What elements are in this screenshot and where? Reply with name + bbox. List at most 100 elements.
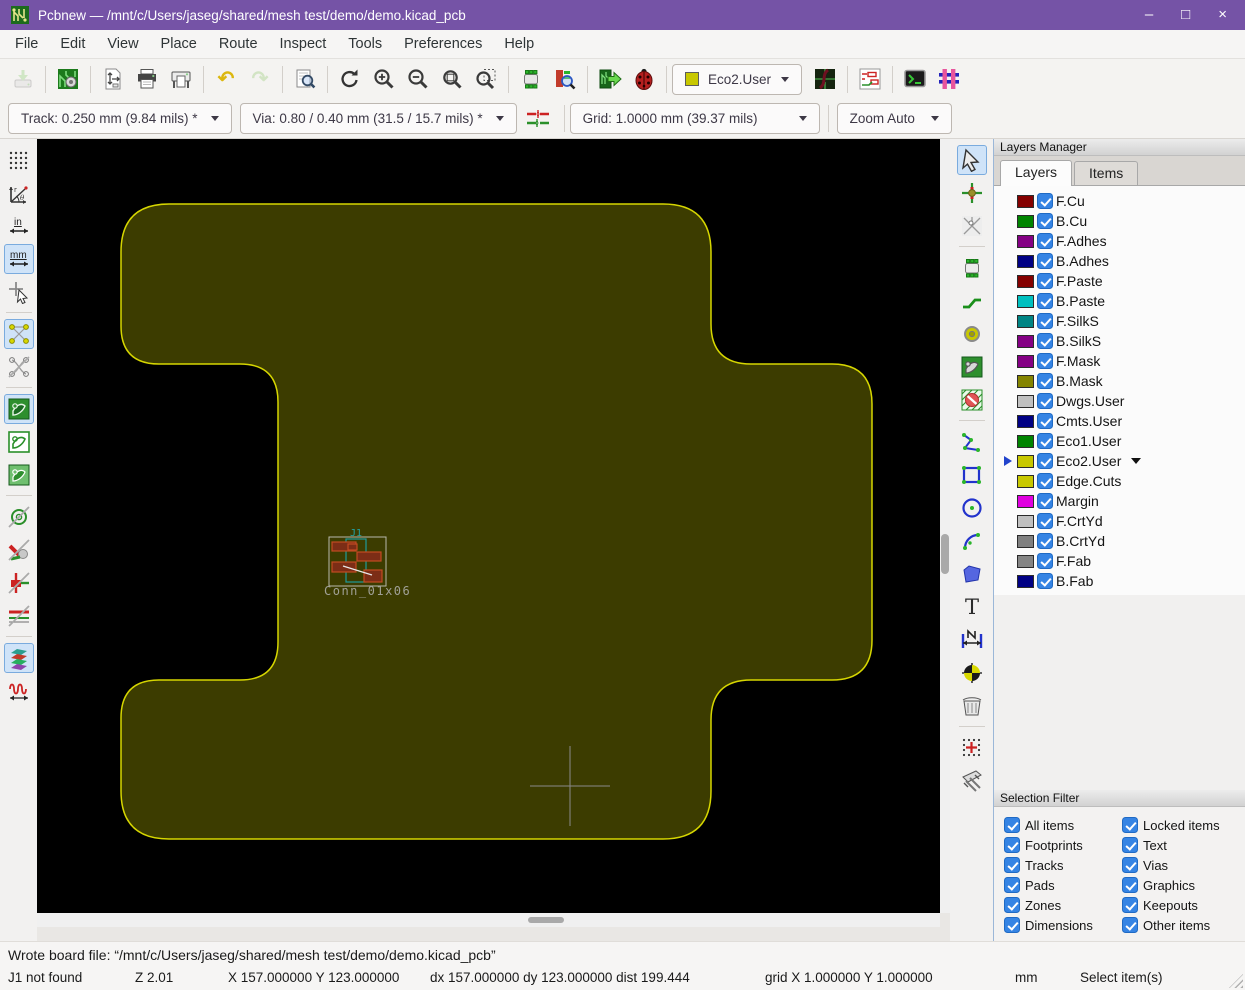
menu-place[interactable]: Place: [150, 30, 208, 59]
layer-row-eco2user-active[interactable]: Eco2.User: [994, 451, 1245, 471]
layer-visibility-checkbox[interactable]: [1037, 353, 1053, 369]
layer-color-swatch[interactable]: [1017, 475, 1034, 488]
add-via-tool[interactable]: [957, 319, 987, 349]
menu-preferences[interactable]: Preferences: [393, 30, 493, 59]
menu-view[interactable]: View: [96, 30, 149, 59]
router-settings-button[interactable]: [855, 64, 885, 94]
track-width-dropdown[interactable]: Track: 0.250 mm (9.84 mils) *: [8, 103, 232, 134]
layer-visibility-checkbox[interactable]: [1037, 293, 1053, 309]
checkbox[interactable]: [1122, 837, 1138, 853]
layer-row-bsilks[interactable]: B.SilkS: [994, 331, 1245, 351]
checkbox[interactable]: [1004, 817, 1020, 833]
close-button[interactable]: ×: [1218, 0, 1227, 30]
zoom-out-button[interactable]: [403, 64, 433, 94]
layer-row-edgecuts[interactable]: Edge.Cuts: [994, 471, 1245, 491]
layer-row-dwgsuser[interactable]: Dwgs.User: [994, 391, 1245, 411]
filter-pads[interactable]: Pads: [1004, 875, 1122, 895]
filter-all-items[interactable]: All items: [1004, 815, 1122, 835]
layer-visibility-checkbox[interactable]: [1037, 493, 1053, 509]
layer-color-swatch[interactable]: [1017, 215, 1034, 228]
checkbox[interactable]: [1122, 877, 1138, 893]
zone-fill-mode-button[interactable]: [4, 394, 34, 424]
zone-b-mask[interactable]: [121, 204, 872, 839]
menu-edit[interactable]: Edit: [49, 30, 96, 59]
maximize-button[interactable]: □: [1181, 0, 1190, 30]
layer-color-swatch[interactable]: [1017, 275, 1034, 288]
print-button[interactable]: [132, 64, 162, 94]
resize-grip[interactable]: [1229, 974, 1243, 988]
microwave-tools-button[interactable]: [810, 64, 840, 94]
grid-size-dropdown[interactable]: Grid: 1.0000 mm (39.37 mils): [570, 103, 820, 134]
tab-layers[interactable]: Layers: [1000, 160, 1072, 186]
add-line-tool[interactable]: [957, 427, 987, 457]
layer-visibility-checkbox[interactable]: [1037, 393, 1053, 409]
add-rectangle-tool[interactable]: [957, 460, 987, 490]
layer-color-swatch[interactable]: [1017, 575, 1034, 588]
zoom-level-dropdown[interactable]: Zoom Auto: [837, 103, 952, 134]
menu-inspect[interactable]: Inspect: [269, 30, 338, 59]
refresh-view-button[interactable]: [335, 64, 365, 94]
layer-color-swatch[interactable]: [1017, 515, 1034, 528]
layer-row-bpaste[interactable]: B.Paste: [994, 291, 1245, 311]
zone-sketch-mode-button[interactable]: [4, 460, 34, 490]
layer-row-fsilks[interactable]: F.SilkS: [994, 311, 1245, 331]
layer-row-fpaste[interactable]: F.Paste: [994, 271, 1245, 291]
menu-file[interactable]: File: [4, 30, 49, 59]
page-settings-button[interactable]: [98, 64, 128, 94]
layer-color-swatch[interactable]: [1017, 495, 1034, 508]
layer-visibility-checkbox[interactable]: [1037, 473, 1053, 489]
layer-color-swatch[interactable]: [1017, 355, 1034, 368]
layer-color-swatch[interactable]: [1017, 535, 1034, 548]
horizontal-scrollbar-thumb[interactable]: [528, 917, 564, 923]
layer-row-ffab[interactable]: F.Fab: [994, 551, 1245, 571]
zoom-selection-button[interactable]: [471, 64, 501, 94]
via-size-dropdown[interactable]: Via: 0.80 / 0.40 mm (31.5 / 15.7 mils) *: [240, 103, 517, 134]
layer-visibility-checkbox[interactable]: [1037, 313, 1053, 329]
layer-color-swatch[interactable]: [1017, 395, 1034, 408]
microwave-toolbar-toggle[interactable]: [4, 676, 34, 706]
local-ratsnest-tool[interactable]: [957, 211, 987, 241]
layers-manager-header[interactable]: Layers Manager: [994, 139, 1245, 156]
layer-visibility-checkbox[interactable]: [1037, 333, 1053, 349]
add-zone-tool[interactable]: [957, 352, 987, 382]
vertical-scrollbar-thumb[interactable]: [941, 534, 949, 574]
pcb-canvas[interactable]: J1 Conn_01x06: [37, 139, 940, 913]
layer-color-swatch[interactable]: [1017, 255, 1034, 268]
layer-color-swatch[interactable]: [1017, 435, 1034, 448]
layer-visibility-checkbox[interactable]: [1037, 273, 1053, 289]
units-inches-toggle[interactable]: in: [4, 211, 34, 241]
add-polygon-tool[interactable]: [957, 559, 987, 589]
layer-visibility-checkbox[interactable]: [1037, 213, 1053, 229]
layer-options-caret-icon[interactable]: [1131, 458, 1141, 464]
cursor-shape-toggle[interactable]: [4, 277, 34, 307]
update-pcb-button[interactable]: [595, 64, 625, 94]
tab-items[interactable]: Items: [1074, 161, 1138, 185]
via-outline-toggle[interactable]: [4, 502, 34, 532]
highlight-net-tool[interactable]: [957, 178, 987, 208]
layer-row-eco1user[interactable]: Eco1.User: [994, 431, 1245, 451]
layer-visibility-checkbox[interactable]: [1037, 253, 1053, 269]
layer-row-margin[interactable]: Margin: [994, 491, 1245, 511]
layer-row-fmask[interactable]: F.Mask: [994, 351, 1245, 371]
scripting-console-button[interactable]: [900, 64, 930, 94]
minimize-button[interactable]: –: [1145, 0, 1153, 30]
add-text-tool[interactable]: T: [957, 592, 987, 622]
layer-row-fcu[interactable]: F.Cu: [994, 191, 1245, 211]
filter-dimensions[interactable]: Dimensions: [1004, 915, 1122, 935]
checkbox[interactable]: [1004, 897, 1020, 913]
add-arc-tool[interactable]: [957, 526, 987, 556]
layer-color-swatch[interactable]: [1017, 375, 1034, 388]
drc-button[interactable]: [629, 64, 659, 94]
place-origin-tool[interactable]: [957, 658, 987, 688]
menu-route[interactable]: Route: [208, 30, 269, 59]
select-tool[interactable]: [957, 145, 987, 175]
layer-row-bcrtyd[interactable]: B.CrtYd: [994, 531, 1245, 551]
checkbox[interactable]: [1122, 917, 1138, 933]
add-dimension-tool[interactable]: [957, 625, 987, 655]
layer-visibility-checkbox[interactable]: [1037, 193, 1053, 209]
save-button[interactable]: [8, 64, 38, 94]
measure-tool[interactable]: [957, 766, 987, 796]
filter-tracks[interactable]: Tracks: [1004, 855, 1122, 875]
layer-visibility-checkbox[interactable]: [1037, 553, 1053, 569]
layer-visibility-checkbox[interactable]: [1037, 233, 1053, 249]
